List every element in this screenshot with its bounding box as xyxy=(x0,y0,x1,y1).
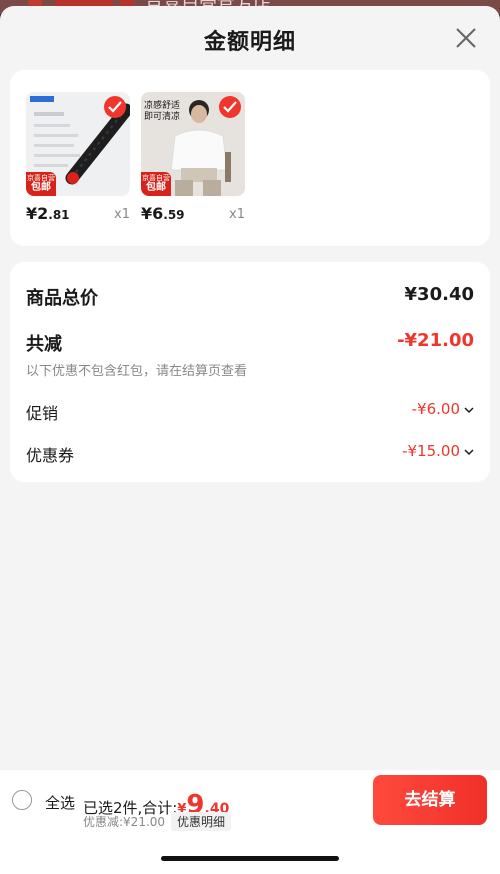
product-price-decimal: .81 xyxy=(48,208,70,222)
svg-text:即可清凉: 即可清凉 xyxy=(144,110,180,122)
product-image[interactable]: 京喜自营 包邮 xyxy=(26,92,130,196)
product-item[interactable]: 凉感舒适 即可清凉 京喜自营 包邮 ¥6.59 x1 xyxy=(141,92,245,226)
total-price-label: 商品总价 xyxy=(26,288,98,309)
product-image[interactable]: 凉感舒适 即可清凉 京喜自营 包邮 xyxy=(141,92,245,196)
price-summary-card: 商品总价 ¥30.40 共减 -¥21.00 以下优惠不包含红包，请在结算页查看… xyxy=(10,262,490,482)
checkout-bar: 全选 已选2件,合计:¥9.40 优惠减:¥21.00 优惠明细 去结算 xyxy=(0,770,500,874)
select-all-label[interactable]: 全选 xyxy=(45,792,75,813)
discount-note: 以下优惠不包含红包，请在结算页查看 xyxy=(26,360,474,379)
total-reduction-row: 共减 -¥21.00 xyxy=(26,330,474,356)
total-reduction-label: 共减 xyxy=(26,334,62,355)
coupon-label: 优惠券 xyxy=(26,446,75,465)
product-list-card: 京喜自营 包邮 ¥2.81 x1 凉感舒适 即可清凉 京喜自营 包邮 ¥6.59… xyxy=(10,70,490,246)
promotion-row[interactable]: 促销 -¥6.00 xyxy=(26,400,474,424)
chevron-down-icon xyxy=(464,448,474,455)
product-price: ¥6 xyxy=(141,204,164,223)
select-all-radio-icon[interactable] xyxy=(12,790,32,810)
chevron-down-icon xyxy=(464,406,474,413)
discount-amount-text: 优惠减:¥21.00 xyxy=(83,815,166,829)
discount-summary: 优惠减:¥21.00 优惠明细 xyxy=(83,812,232,831)
promotion-value[interactable]: -¥6.00 xyxy=(412,400,474,418)
total-price-row: 商品总价 ¥30.40 xyxy=(26,284,474,310)
coupon-value[interactable]: -¥15.00 xyxy=(402,442,474,460)
product-price: ¥2 xyxy=(26,204,49,223)
sheet-title: 金额明细 xyxy=(203,30,296,55)
product-quantity: x1 xyxy=(114,207,130,222)
check-icon[interactable] xyxy=(104,96,126,118)
coupon-row[interactable]: 优惠券 -¥15.00 xyxy=(26,442,474,466)
total-price-value: ¥30.40 xyxy=(404,284,474,305)
product-quantity: x1 xyxy=(229,207,245,222)
home-indicator xyxy=(161,856,339,861)
check-icon[interactable] xyxy=(219,96,241,118)
free-shipping-badge: 京喜自营 包邮 xyxy=(141,172,171,196)
svg-text:凉感舒适: 凉感舒适 xyxy=(144,99,180,111)
discount-note-text: 以下优惠不包含红包，请在结算页查看 xyxy=(26,364,248,379)
promotion-label: 促销 xyxy=(26,404,59,423)
total-reduction-value: -¥21.00 xyxy=(397,330,474,351)
close-icon[interactable] xyxy=(452,24,480,52)
free-shipping-badge: 京喜自营 包邮 xyxy=(26,172,56,196)
discount-detail-button[interactable]: 优惠明细 xyxy=(171,812,232,831)
product-price-decimal: .59 xyxy=(163,208,185,222)
product-item[interactable]: 京喜自营 包邮 ¥2.81 x1 xyxy=(26,92,130,226)
checkout-button[interactable]: 去结算 xyxy=(373,775,487,825)
amount-detail-sheet: 金额明细 京喜自营 包邮 ¥2.81 x1 凉感舒适 即可清凉 京喜自营 包邮 … xyxy=(0,6,500,874)
